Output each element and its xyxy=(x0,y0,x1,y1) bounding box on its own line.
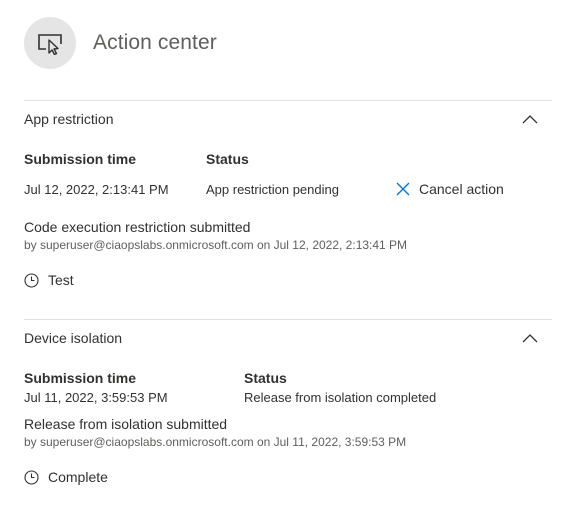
section-title-device-isolation: Device isolation xyxy=(24,330,123,346)
section-divider xyxy=(24,319,552,320)
chevron-up-icon[interactable] xyxy=(521,113,539,125)
status-label: Status xyxy=(244,370,287,386)
clock-icon xyxy=(24,469,39,485)
section-title-app-restriction: App restriction xyxy=(24,111,114,127)
status-value: App restriction pending xyxy=(206,182,339,197)
chevron-up-icon[interactable] xyxy=(521,332,539,344)
status-value: Release from isolation completed xyxy=(244,390,437,405)
submission-time-value: Jul 11, 2022, 3:59:53 PM xyxy=(24,390,168,405)
cancel-action-button[interactable]: Cancel action xyxy=(396,181,504,197)
submitted-by-text: by superuser@ciaopslabs.onmicrosoft.com … xyxy=(24,435,407,449)
comment-line: Complete xyxy=(24,469,108,485)
action-submitted-title: Code execution restriction submitted xyxy=(24,219,251,235)
section-divider xyxy=(24,100,552,101)
comment-text: Test xyxy=(48,272,74,288)
comment-line: Test xyxy=(24,272,74,288)
submission-time-value: Jul 12, 2022, 2:13:41 PM xyxy=(24,182,169,197)
action-center-header: Action center xyxy=(24,17,217,69)
clock-icon xyxy=(24,272,39,288)
close-icon xyxy=(396,182,410,196)
status-label: Status xyxy=(206,151,249,167)
submitted-by-text: by superuser@ciaopslabs.onmicrosoft.com … xyxy=(24,238,408,252)
submission-time-label: Submission time xyxy=(24,370,137,386)
action-submitted-title: Release from isolation submitted xyxy=(24,416,228,432)
screen-pointer-icon xyxy=(24,17,76,69)
comment-text: Complete xyxy=(48,469,108,485)
submission-time-label: Submission time xyxy=(24,151,137,167)
cancel-action-label: Cancel action xyxy=(419,181,504,197)
page-title: Action center xyxy=(93,31,217,54)
